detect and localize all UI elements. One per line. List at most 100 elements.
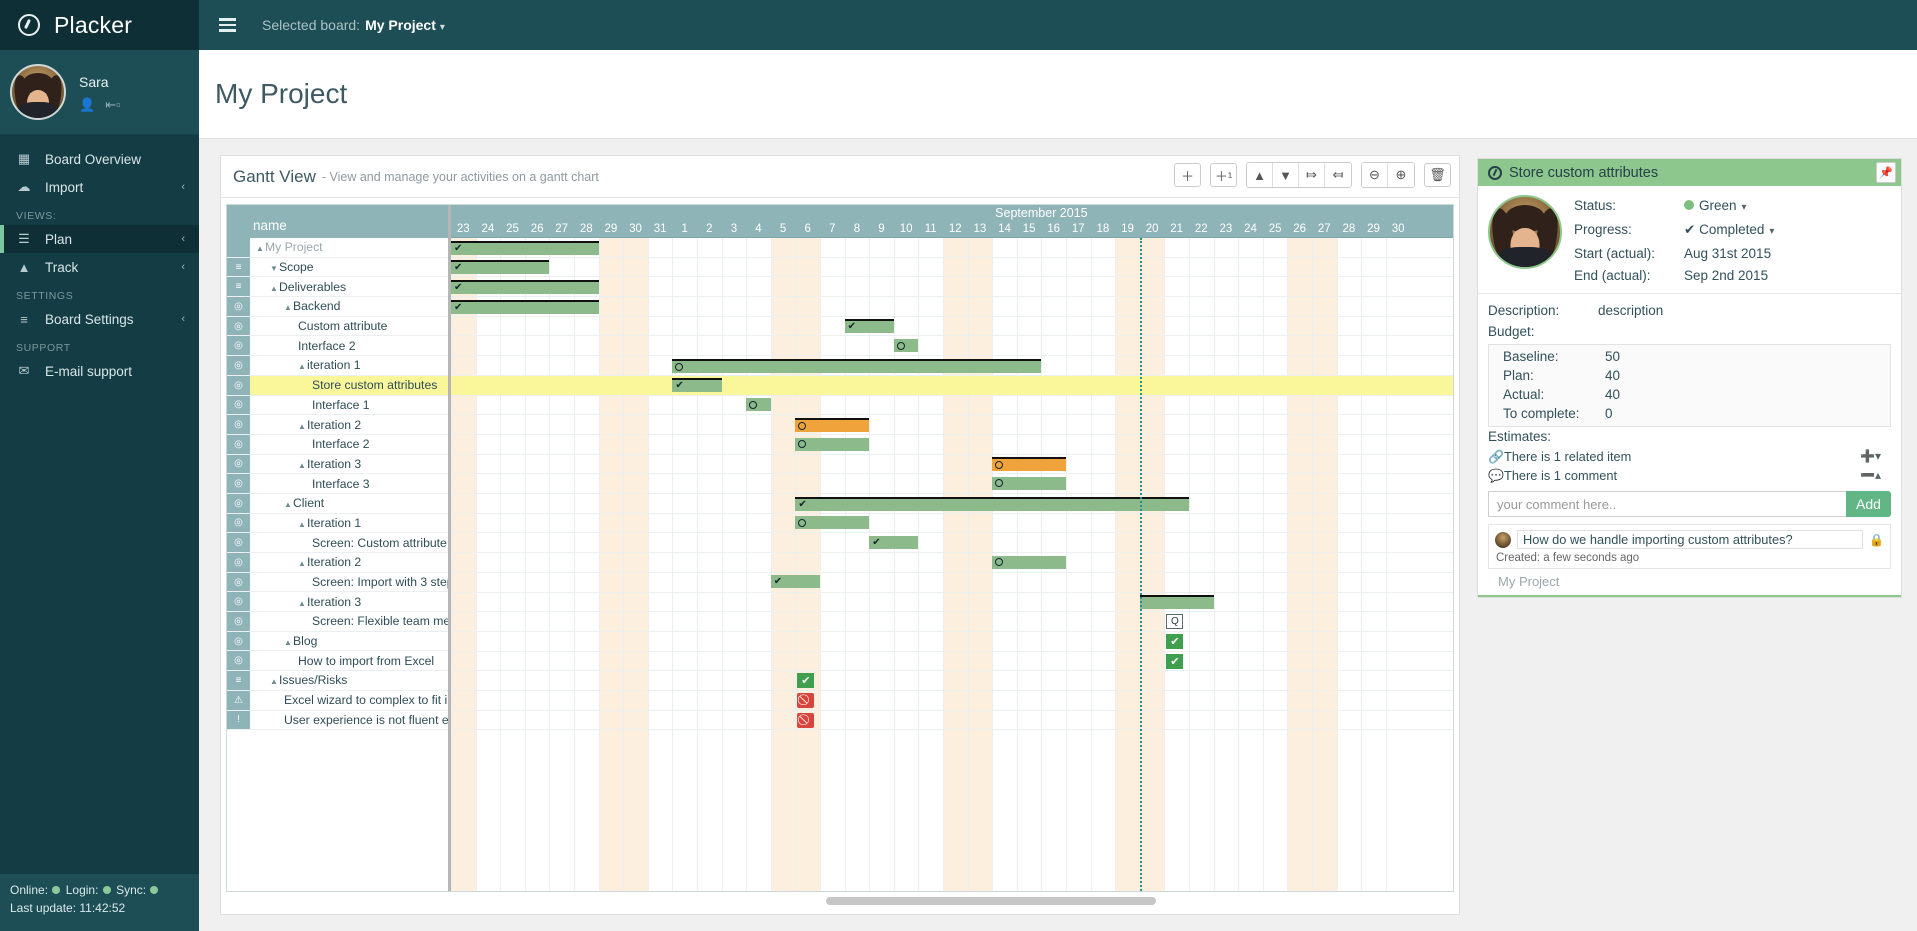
twisty-icon[interactable]: ▲	[298, 599, 307, 608]
move-down-button[interactable]: ▼	[1273, 163, 1299, 187]
gantt-milestone[interactable]: ⃠	[797, 693, 814, 708]
twisty-icon[interactable]: ▲	[284, 500, 293, 509]
logout-icon[interactable]: ⇤▫	[105, 97, 121, 113]
dot-row-icon[interactable]: ◎	[227, 612, 250, 631]
pin-icon[interactable]: 📌	[1876, 162, 1896, 183]
sidebar-item-track[interactable]: ▲ Track ‹	[0, 253, 199, 281]
task-row[interactable]: ◎▲Backend	[227, 297, 448, 317]
gantt-bar[interactable]: ✔	[869, 536, 918, 549]
timeline-row[interactable]	[451, 258, 1453, 278]
dot-row-icon[interactable]: ◎	[227, 356, 250, 375]
twisty-icon[interactable]: ▲	[256, 244, 265, 253]
timeline-row[interactable]	[451, 691, 1453, 711]
chevron-down-icon[interactable]: ▾	[1769, 226, 1774, 237]
twisty-icon[interactable]: ▲	[284, 303, 293, 312]
progress-value[interactable]: ✔ Completed▾	[1684, 219, 1774, 243]
task-row[interactable]: ◎▲Iteration 3	[227, 592, 448, 612]
zoom-out-button[interactable]: ⊖	[1362, 163, 1388, 187]
dot-row-icon[interactable]: ◎	[227, 514, 250, 533]
timeline-row[interactable]	[451, 455, 1453, 475]
dot-row-icon[interactable]: ◎	[227, 317, 250, 336]
task-row[interactable]: ◎Interface 3	[227, 474, 448, 494]
dot-row-icon[interactable]: ◎	[227, 455, 250, 474]
horizontal-scrollbar-track[interactable]	[226, 898, 1454, 910]
twisty-icon[interactable]: ▲	[270, 284, 279, 293]
twisty-icon[interactable]: ▼	[270, 264, 279, 273]
horizontal-scrollbar-thumb[interactable]	[826, 897, 1156, 905]
gantt-bar[interactable]: ✔	[795, 497, 1189, 511]
timeline-row[interactable]	[451, 652, 1453, 672]
dot-row-icon[interactable]: ◎	[227, 474, 250, 493]
task-row[interactable]: ◎Screen: Import with 3 step wiza	[227, 573, 448, 593]
related-items-row[interactable]: 🔗 There is 1 related item ➕▾	[1488, 447, 1891, 466]
twisty-icon[interactable]: ▲	[298, 422, 307, 431]
brand[interactable]: Placker	[0, 0, 199, 50]
timeline-row[interactable]	[451, 514, 1453, 534]
timeline-row[interactable]	[451, 474, 1453, 494]
sidebar-item-board-overview[interactable]: ▦ Board Overview	[0, 145, 199, 173]
timeline-row[interactable]	[451, 632, 1453, 652]
dot-row-icon[interactable]: ◎	[227, 553, 250, 572]
user-card[interactable]: Sara 👤 ⇤▫	[0, 50, 199, 135]
gantt-milestone[interactable]: ⃠	[797, 713, 814, 728]
dot-row-icon[interactable]: ◎	[227, 396, 250, 415]
sidebar-item-email-support[interactable]: ✉ E-mail support	[0, 357, 199, 385]
dot-row-icon[interactable]: ◎	[227, 592, 250, 611]
comments-row[interactable]: 💬 There is 1 comment ➖▴	[1488, 466, 1891, 485]
chevron-down-icon[interactable]: ▾	[1742, 202, 1747, 213]
task-row[interactable]: ◎Store custom attributes	[227, 376, 448, 396]
gantt-milestone[interactable]: Q	[1166, 614, 1183, 629]
gantt-bar[interactable]	[992, 457, 1066, 471]
twisty-icon[interactable]: ▲	[298, 461, 307, 470]
task-row[interactable]: ◎▲Iteration 3	[227, 455, 448, 475]
gantt-bar[interactable]	[992, 477, 1066, 490]
person-icon[interactable]: 👤	[79, 97, 95, 113]
task-row[interactable]: ◎Interface 2	[227, 435, 448, 455]
timeline-row[interactable]	[451, 553, 1453, 573]
twisty-icon[interactable]: ▲	[270, 677, 279, 686]
gantt-bar[interactable]	[672, 359, 1041, 373]
gantt-bar[interactable]	[795, 438, 869, 451]
timeline-row[interactable]	[451, 238, 1453, 258]
gantt-bar[interactable]: ✔	[845, 319, 894, 333]
sidebar-item-import[interactable]: ☁ Import ‹	[0, 173, 199, 201]
dot-row-icon[interactable]: ◎	[227, 376, 250, 395]
dot-row-icon[interactable]: ◎	[227, 336, 250, 355]
timeline-row[interactable]	[451, 396, 1453, 416]
gantt-milestone[interactable]: ✔	[797, 673, 814, 688]
timeline-row[interactable]	[451, 612, 1453, 632]
gantt-bar[interactable]	[795, 516, 869, 529]
task-row[interactable]: ≡▲Issues/Risks	[227, 671, 448, 691]
task-row[interactable]: ◎How to import from Excel	[227, 651, 448, 671]
timeline-row[interactable]	[451, 573, 1453, 593]
gantt-bar[interactable]	[1140, 595, 1214, 609]
outdent-button[interactable]: ⤇	[1299, 163, 1325, 187]
list-row-icon[interactable]: ≡	[227, 671, 250, 690]
timeline-row[interactable]	[451, 277, 1453, 297]
board-selector[interactable]: Selected board:My Project▾	[262, 17, 445, 33]
lock-icon[interactable]: 🔒	[1869, 533, 1884, 547]
task-row[interactable]: ◎▲Iteration 1	[227, 514, 448, 534]
task-row[interactable]: ≡▲Deliverables	[227, 277, 448, 297]
timeline-row[interactable]	[451, 337, 1453, 357]
add-task-button[interactable]: ＋	[1174, 163, 1201, 187]
list-row-icon[interactable]: ≡	[227, 277, 250, 296]
task-row[interactable]: ◎Screen: Custom attribute settin	[227, 533, 448, 553]
dot-row-icon[interactable]: ◎	[227, 435, 250, 454]
dot-row-icon[interactable]: ◎	[227, 297, 250, 316]
timeline-row[interactable]	[451, 671, 1453, 691]
task-row[interactable]: ◎▲Iteration 2	[227, 553, 448, 573]
collapse-comments-button[interactable]: ➖▴	[1860, 466, 1881, 485]
dot-row-icon[interactable]: ◎	[227, 494, 250, 513]
task-row[interactable]: ◎Custom attribute	[227, 317, 448, 337]
status-value[interactable]: Green▾	[1684, 195, 1747, 219]
task-row[interactable]: ◎▲Iteration 2	[227, 415, 448, 435]
dot-row-icon[interactable]: ◎	[227, 415, 250, 434]
comment-text[interactable]: How do we handle importing custom attrib…	[1517, 530, 1863, 549]
timeline-row[interactable]	[451, 534, 1453, 554]
task-row[interactable]: ◎▲iteration 1	[227, 356, 448, 376]
timeline-row[interactable]	[451, 711, 1453, 731]
gantt-bar[interactable]: ✔	[451, 260, 549, 274]
task-row[interactable]: ⚠Excel wizard to complex to fit into	[227, 691, 448, 711]
task-row[interactable]: ◎Screen: Flexible team membrs	[227, 612, 448, 632]
